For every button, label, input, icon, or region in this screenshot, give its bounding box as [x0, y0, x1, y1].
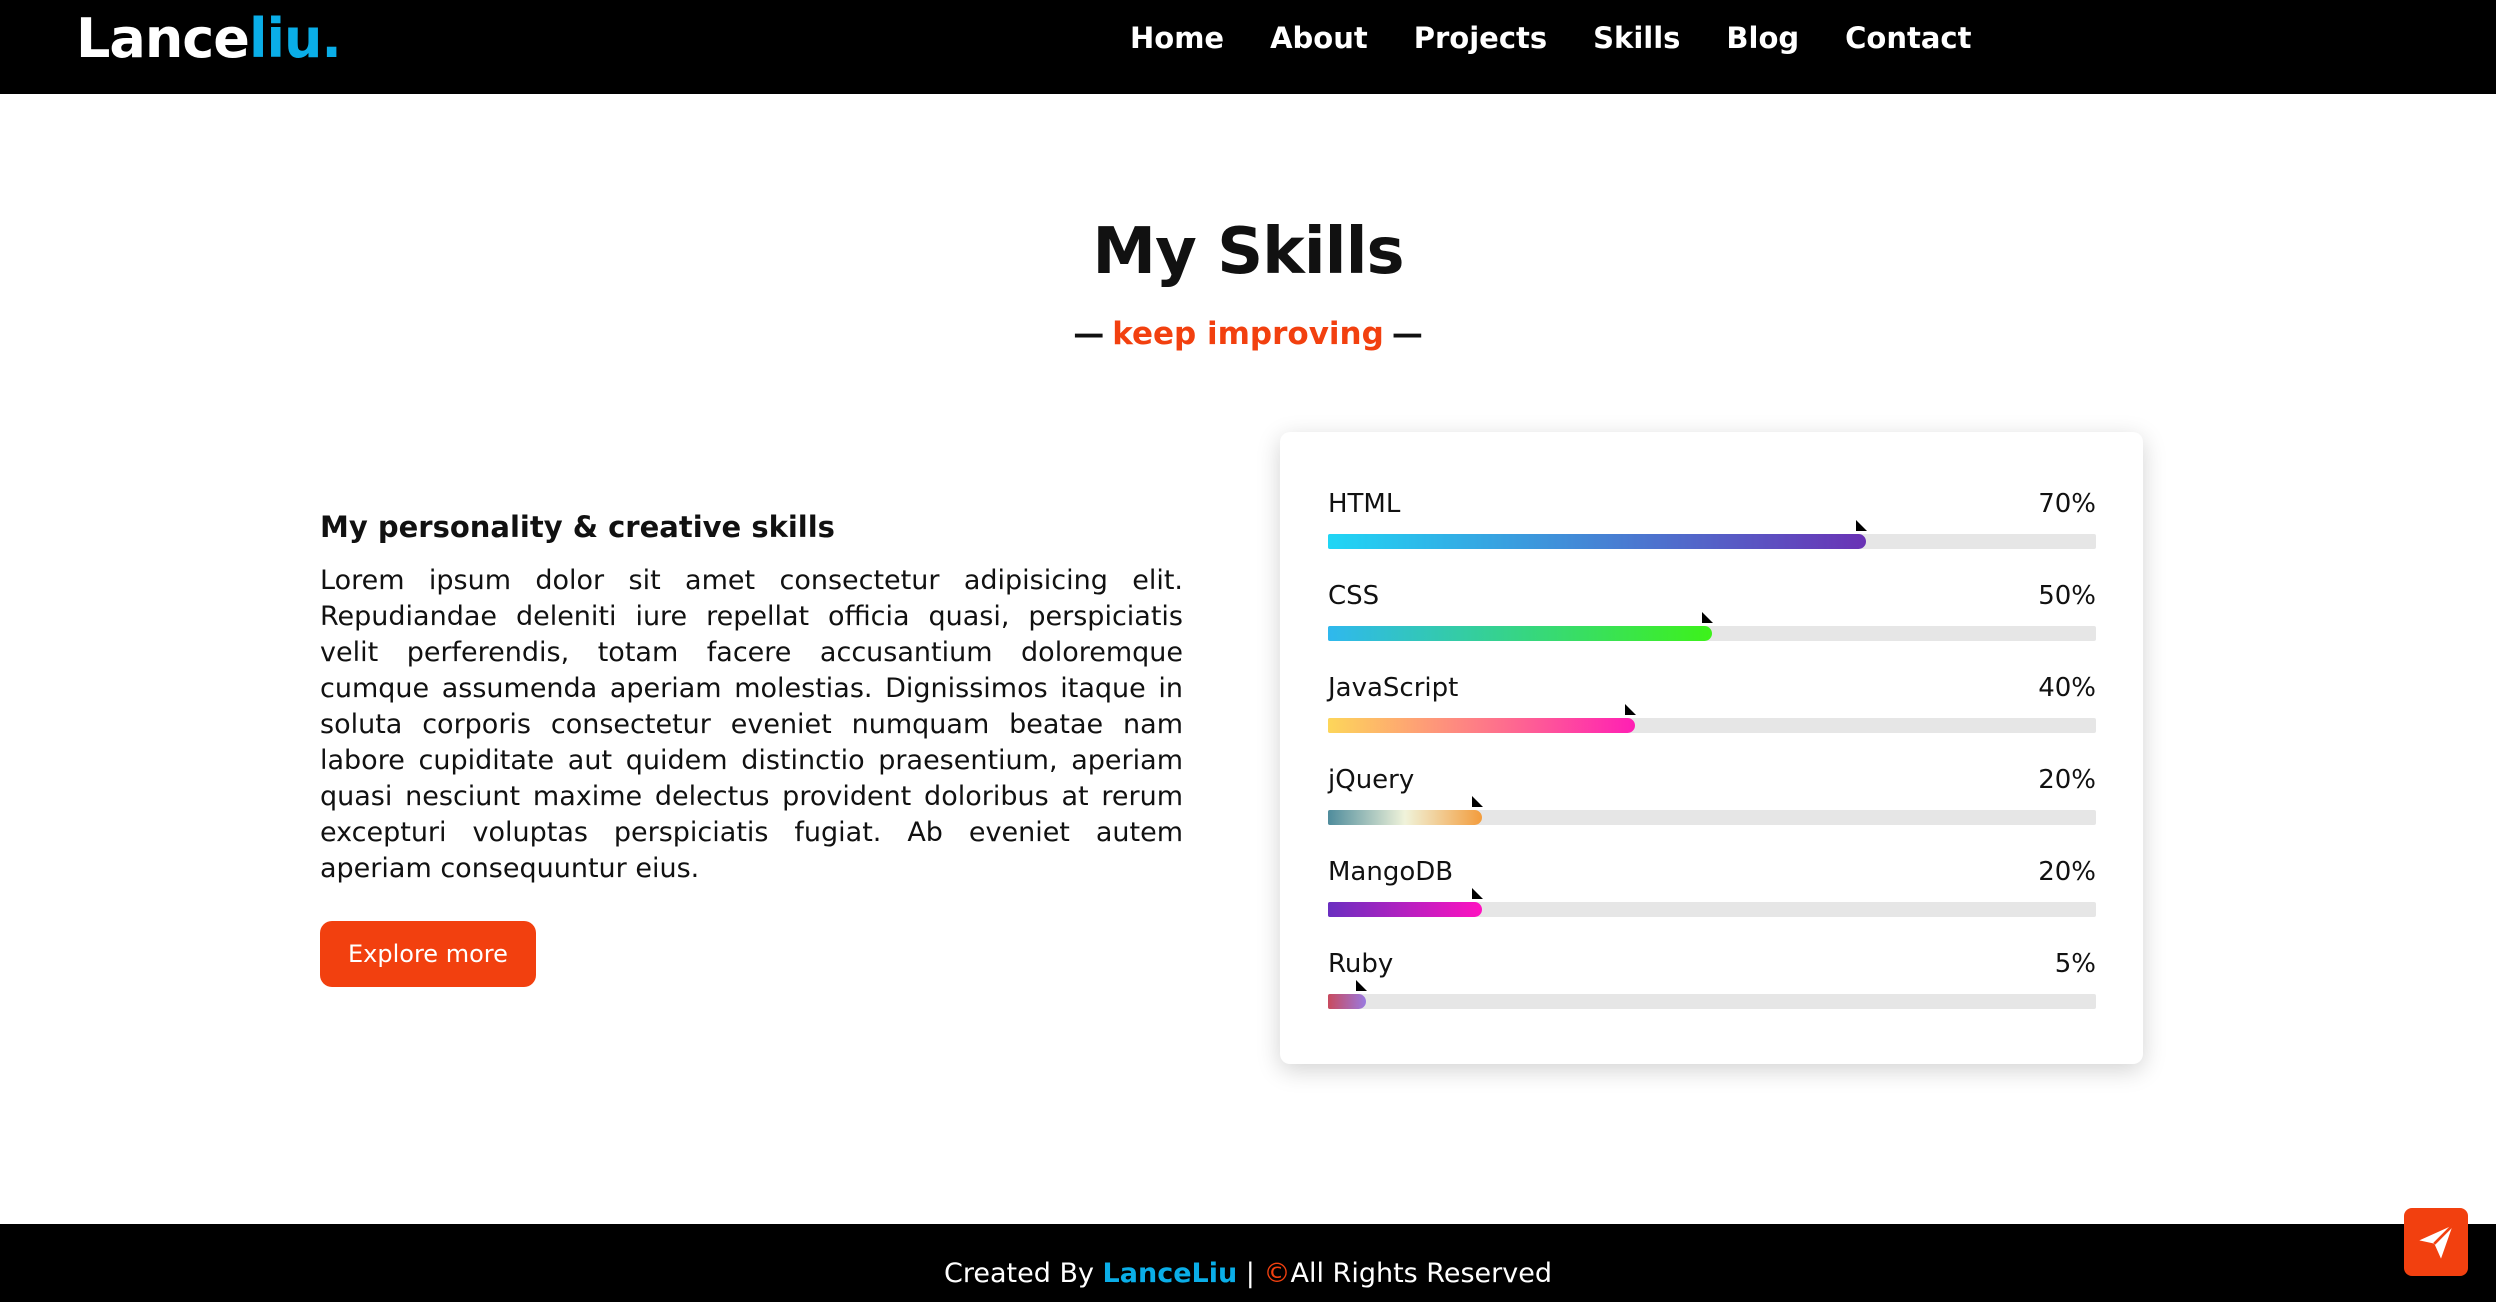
- nav-link-blog[interactable]: Blog: [1726, 18, 1799, 58]
- footer: Created By LanceLiu | ©All Rights Reserv…: [0, 1224, 2496, 1302]
- footer-separator: |: [1245, 1258, 1255, 1289]
- logo-accent: liu.: [248, 7, 342, 70]
- skill-marker: [1472, 888, 1483, 899]
- skill-name: Ruby: [1328, 949, 1394, 979]
- skill-row-javascript: JavaScript 40%: [1328, 668, 2096, 738]
- skill-marker: [1356, 980, 1367, 991]
- send-button[interactable]: [2404, 1208, 2468, 1276]
- nav-link-about[interactable]: About: [1270, 18, 1368, 58]
- skill-bar: [1328, 718, 1635, 733]
- skill-bar: [1328, 902, 1482, 917]
- skill-marker: [1702, 612, 1713, 623]
- footer-brand-link[interactable]: LanceLiu: [1103, 1258, 1238, 1289]
- subtitle-dash-left: —: [1073, 316, 1105, 352]
- skill-marker: [1625, 704, 1636, 715]
- skill-track: [1328, 704, 2096, 733]
- skill-row-css: CSS 50%: [1328, 576, 2096, 646]
- nav-link-contact[interactable]: Contact: [1845, 18, 1971, 58]
- subtitle-dash-right: —: [1391, 316, 1423, 352]
- skill-bar: [1328, 994, 1366, 1009]
- skill-bar: [1328, 534, 1866, 549]
- logo[interactable]: Lanceliu.: [76, 6, 342, 72]
- nav-menu: Home About Projects Skills Blog Contact: [1130, 18, 2017, 58]
- navbar: Lanceliu. Home About Projects Skills Blo…: [0, 0, 2496, 94]
- column-title: My personality & creative skills: [320, 510, 835, 544]
- skill-name: MangoDB: [1328, 857, 1454, 887]
- copyright-icon: ©: [1263, 1258, 1291, 1289]
- skill-name: jQuery: [1328, 765, 1415, 795]
- footer-text: Created By LanceLiu | ©All Rights Reserv…: [0, 1224, 2496, 1302]
- skill-percent: 20%: [2038, 857, 2096, 887]
- skill-track: [1328, 796, 2096, 825]
- skill-name: HTML: [1328, 489, 1401, 519]
- skill-track: [1328, 888, 2096, 917]
- skill-percent: 40%: [2038, 673, 2096, 703]
- skill-name: JavaScript: [1328, 673, 1459, 703]
- skill-row-ruby: Ruby 5%: [1328, 944, 2096, 1014]
- column-text: Lorem ipsum dolor sit amet consectetur a…: [320, 565, 1183, 884]
- skill-marker: [1472, 796, 1483, 807]
- skill-percent: 70%: [2038, 489, 2096, 519]
- skill-name: CSS: [1328, 581, 1380, 611]
- skill-track: [1328, 612, 2096, 641]
- section-title: My Skills: [1092, 215, 1404, 289]
- subtitle-text: keep improving: [1112, 316, 1384, 352]
- skill-percent: 5%: [2054, 949, 2096, 979]
- skill-track: [1328, 520, 2096, 549]
- footer-rights: All Rights Reserved: [1290, 1258, 1552, 1289]
- skill-bar: [1328, 626, 1712, 641]
- skill-bar: [1328, 810, 1482, 825]
- skills-card: HTML 70% CSS 50% JavaScript 40% jQuery 20% M…: [1280, 432, 2143, 1064]
- skill-percent: 20%: [2038, 765, 2096, 795]
- nav-link-home[interactable]: Home: [1130, 18, 1224, 58]
- logo-main: Lance: [76, 7, 250, 70]
- skill-track: [1328, 980, 2096, 1009]
- skill-row-mangodb: MangoDB 20%: [1328, 852, 2096, 922]
- paper-plane-icon: [2419, 1224, 2454, 1259]
- skill-row-jquery: jQuery 20%: [1328, 760, 2096, 830]
- section-subtitle: — keep improving —: [0, 312, 2496, 356]
- skill-row-html: HTML 70%: [1328, 484, 2096, 554]
- explore-more-button[interactable]: Explore more: [320, 921, 536, 987]
- skills-about-column: My personality & creative skills Lorem i…: [320, 505, 1183, 987]
- nav-link-projects[interactable]: Projects: [1414, 18, 1547, 58]
- skill-percent: 50%: [2038, 581, 2096, 611]
- nav-link-skills[interactable]: Skills: [1593, 18, 1680, 58]
- skill-marker: [1856, 520, 1867, 531]
- footer-created-by: Created By: [944, 1258, 1094, 1289]
